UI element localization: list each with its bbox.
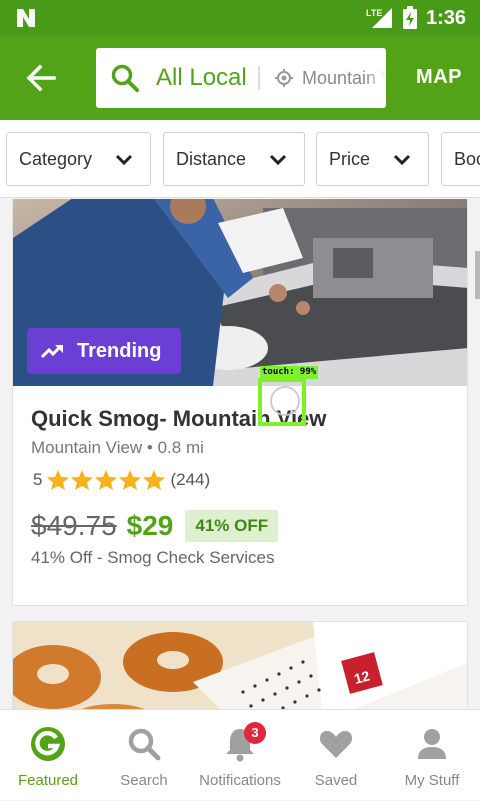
deal-rating: 5 (244) xyxy=(33,468,210,492)
search-divider xyxy=(258,66,260,90)
person-icon xyxy=(418,729,446,759)
filter-label: Price xyxy=(329,148,371,169)
filter-category[interactable]: Category xyxy=(6,132,151,186)
groupon-g-icon xyxy=(31,727,65,761)
svg-text:LTE: LTE xyxy=(366,8,382,18)
nav-my-stuff[interactable]: My Stuff xyxy=(384,710,480,801)
back-arrow-icon[interactable] xyxy=(22,60,62,96)
rating-stars xyxy=(46,469,166,491)
star-icon xyxy=(47,470,70,490)
heart-icon xyxy=(319,731,353,758)
filter-bar: Category Distance Price Book xyxy=(0,120,480,198)
status-bar: LTE 1:36 xyxy=(0,0,480,36)
filter-label: Distance xyxy=(176,148,247,169)
scrollbar-thumb[interactable] xyxy=(475,251,480,299)
deal-card[interactable]: Trending Quick Smog- Mountain View Mount… xyxy=(12,199,468,606)
map-button[interactable]: MAP xyxy=(416,66,462,89)
touch-indicator-label: touch: 99% xyxy=(260,366,319,379)
notification-count-badge: 3 xyxy=(244,722,266,744)
deals-list[interactable]: Trending Quick Smog- Mountain View Mount… xyxy=(0,199,480,709)
nav-label: My Stuff xyxy=(404,772,460,789)
touch-indicator-box xyxy=(258,378,306,426)
clock: 1:36 xyxy=(425,6,466,29)
filter-distance[interactable]: Distance xyxy=(163,132,305,186)
deal-photo-donuts: 12 xyxy=(13,622,467,709)
trending-badge: Trending xyxy=(27,328,181,374)
location-target-icon xyxy=(275,69,293,87)
nav-label: Featured xyxy=(17,772,79,789)
original-price: $49.75 xyxy=(31,510,117,541)
star-icon xyxy=(119,470,142,490)
chevron-down-icon xyxy=(115,154,133,166)
search-icon xyxy=(128,728,161,761)
deal-price: $29 xyxy=(126,510,174,541)
location-fade xyxy=(366,48,386,108)
discount-badge: 41% OFF xyxy=(185,510,279,542)
deal-location: Mountain View • 0.8 mi xyxy=(31,438,204,457)
star-icon xyxy=(71,470,94,490)
trending-label: Trending xyxy=(77,339,162,362)
nav-label: Saved xyxy=(314,772,358,789)
rating-value: 5 xyxy=(33,470,43,489)
deal-card[interactable]: 12 xyxy=(12,621,468,709)
nav-search[interactable]: Search xyxy=(96,710,192,801)
filter-price[interactable]: Price xyxy=(316,132,429,186)
star-icon xyxy=(143,470,166,490)
nav-label: Notifications xyxy=(199,772,281,789)
android-n-icon xyxy=(17,9,35,27)
filter-label: Book xyxy=(454,148,480,169)
trending-up-icon xyxy=(41,344,63,359)
battery-charging-icon xyxy=(402,6,417,29)
nav-featured[interactable]: Featured xyxy=(0,710,96,801)
bottom-navigation: Featured Search 3 Notifications Saved My… xyxy=(0,709,480,800)
app-bar: All Local Mountain View MAP xyxy=(0,36,480,120)
nav-notifications[interactable]: 3 Notifications xyxy=(192,710,288,801)
review-count: (244) xyxy=(170,470,211,489)
price-row: $49.75 $29 41% OFF xyxy=(31,506,279,546)
chevron-down-icon xyxy=(269,154,287,166)
deal-description: 41% Off - Smog Check Services xyxy=(31,548,275,567)
nav-label: Search xyxy=(120,772,168,789)
search-box[interactable]: All Local Mountain View xyxy=(96,48,386,108)
search-icon xyxy=(111,64,139,92)
nav-saved[interactable]: Saved xyxy=(288,710,384,801)
filter-book[interactable]: Book xyxy=(441,132,480,186)
search-query[interactable]: All Local xyxy=(156,64,247,92)
lte-signal-icon: LTE xyxy=(366,8,392,28)
chevron-down-icon xyxy=(393,154,411,166)
filter-label: Category xyxy=(19,148,93,169)
star-icon xyxy=(95,470,118,490)
